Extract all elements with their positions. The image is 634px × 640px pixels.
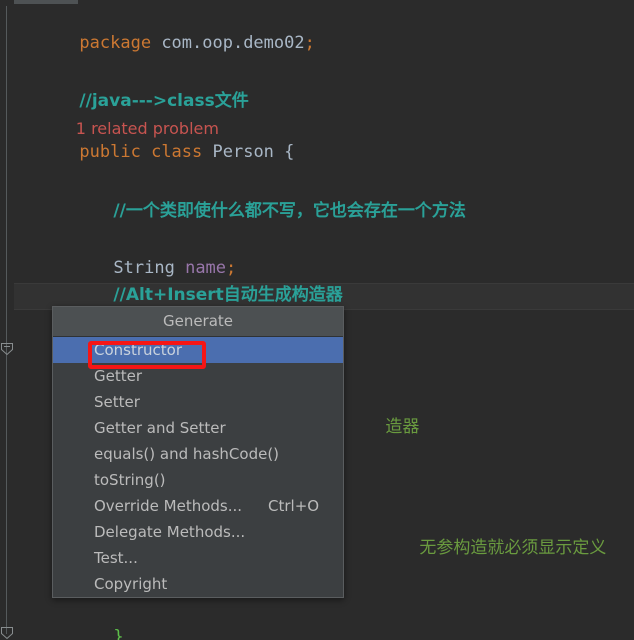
kw-package: package [79, 33, 162, 53]
ide-editor-screenshot: package com.oop.demo02; //java--->class文… [0, 0, 634, 640]
gutter-vertical-rule [6, 6, 7, 634]
menu-item-setter-label: Setter [94, 393, 140, 411]
generate-popup[interactable]: Generate Constructor Getter Setter Gette… [52, 306, 344, 598]
comment-default-constructor-note: //一个类即使什么都不写，它也会存在一个方法 [113, 201, 466, 221]
package-name: com.oop.demo02 [161, 33, 305, 53]
semicolon: ; [304, 33, 315, 53]
kw-class: class [151, 142, 213, 162]
menu-item-getter-and-setter-label: Getter and Setter [94, 419, 226, 437]
menu-item-copyright-label: Copyright [94, 575, 168, 593]
generate-popup-list[interactable]: Constructor Getter Setter Getter and Set… [53, 337, 343, 597]
green-annotation-note-text: 无参构造就必须显示定义 [419, 538, 607, 558]
open-brace: { [284, 142, 295, 162]
code-line-comment-alt-insert: //Alt+Insert自动生成构造器 [52, 252, 342, 305]
comment-alt-insert: //Alt+Insert自动生成构造器 [113, 285, 343, 305]
code-line-package: package com.oop.demo02; [18, 0, 314, 53]
menu-item-test-label: Test... [94, 549, 138, 567]
code-line-comment-java-class: //java--->class文件 [18, 58, 248, 111]
editor-gutter[interactable] [0, 0, 14, 640]
fold-collapse-icon[interactable] [0, 342, 14, 356]
fold-expand-icon[interactable] [0, 626, 14, 640]
menu-item-getter[interactable]: Getter [53, 363, 343, 389]
menu-item-getter-label: Getter [94, 367, 143, 385]
menu-item-equals-and-hashcode-label: equals() and hashCode() [94, 445, 280, 463]
code-line-field-name: String name; [52, 225, 236, 278]
menu-item-copyright[interactable]: Copyright [53, 571, 343, 597]
kw-public: public [79, 142, 152, 162]
menu-item-test[interactable]: Test... [53, 545, 343, 571]
menu-item-tostring-label: toString() [94, 471, 166, 489]
menu-item-tostring[interactable]: toString() [53, 467, 343, 493]
menu-item-delegate-methods[interactable]: Delegate Methods... [53, 519, 343, 545]
menu-item-getter-and-setter[interactable]: Getter and Setter [53, 415, 343, 441]
green-annotation-partial-text: 造器 [385, 417, 420, 437]
generate-popup-title: Generate [53, 307, 343, 337]
code-line-comment-class-note: //一个类即使什么都不写，它也会存在一个方法 [52, 168, 465, 221]
menu-item-setter[interactable]: Setter [53, 389, 343, 415]
menu-item-constructor[interactable]: Constructor [53, 337, 343, 363]
code-line-class-decl: public class Person { [18, 109, 294, 162]
menu-item-equals-and-hashcode[interactable]: equals() and hashCode() [53, 441, 343, 467]
class-name-person: Person [212, 142, 285, 162]
menu-item-override-methods-shortcut: Ctrl+O [268, 497, 320, 515]
menu-item-delegate-methods-label: Delegate Methods... [94, 523, 246, 541]
code-line-block-comment-close: */ [34, 618, 116, 640]
menu-item-override-methods-label: Override Methods... [94, 497, 243, 515]
menu-item-constructor-label: Constructor [94, 341, 183, 359]
green-annotation-note: 无参构造就必须显示定义 [358, 505, 606, 558]
menu-item-override-methods[interactable]: Override Methods... Ctrl+O [53, 493, 343, 519]
